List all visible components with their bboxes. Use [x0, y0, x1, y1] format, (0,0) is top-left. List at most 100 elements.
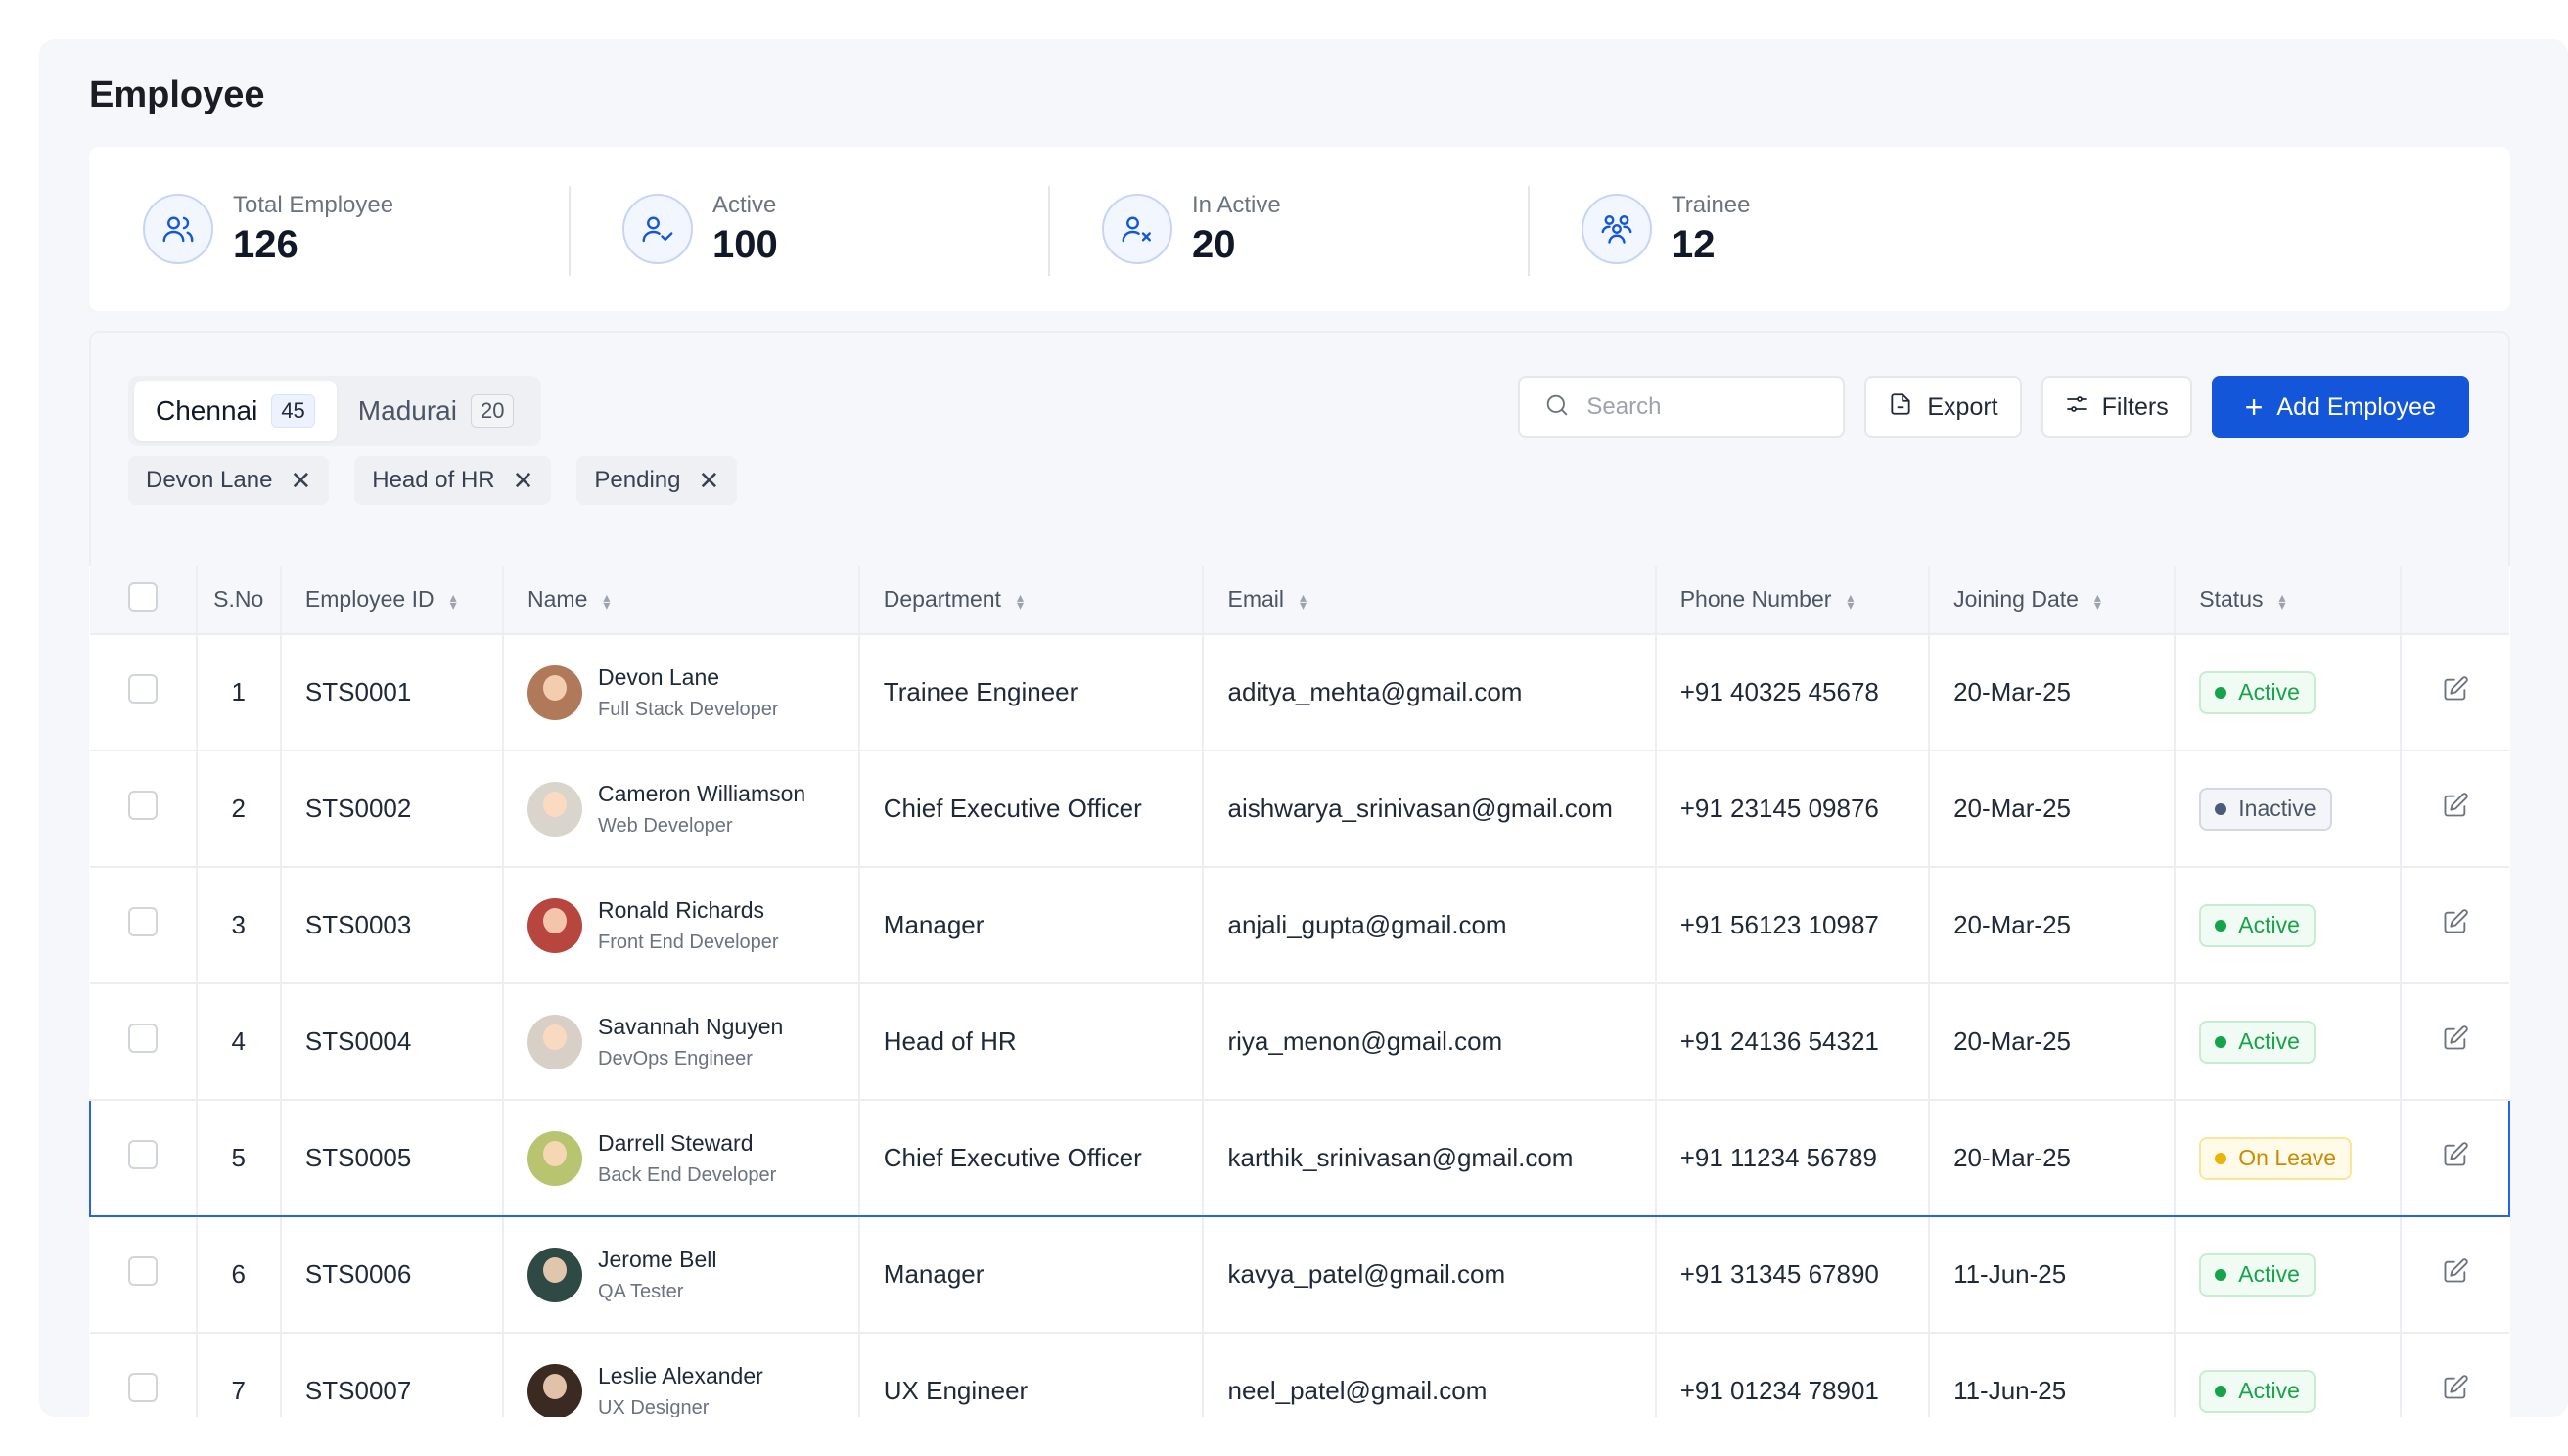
- email-cell: riya_menon@gmail.com: [1203, 983, 1657, 1101]
- filters-button[interactable]: Filters: [2041, 376, 2192, 438]
- name-cell: Savannah Nguyen DevOps Engineer: [503, 983, 860, 1101]
- select-all-checkbox[interactable]: [127, 581, 158, 612]
- table-row[interactable]: 1 STS0001 Devon Lane Full Stack Develope…: [90, 634, 2509, 751]
- edit-icon[interactable]: [2442, 1258, 2469, 1291]
- select-cell: [90, 1333, 198, 1417]
- table-row[interactable]: 4 STS0004 Savannah Nguyen DevOps Enginee…: [90, 983, 2509, 1101]
- column-header[interactable]: Department ▴ ▾: [858, 566, 1205, 635]
- employee-name: Darrell Steward: [598, 1129, 754, 1156]
- edit-icon[interactable]: [2442, 1375, 2469, 1407]
- status-cell: Inactive: [2175, 751, 2403, 868]
- department-cell: Head of HR: [858, 983, 1205, 1101]
- name-cell: Jerome Bell QA Tester: [503, 1216, 860, 1334]
- employee-id-cell: STS0002: [280, 751, 505, 868]
- filter-chip-label: Devon Lane: [146, 467, 273, 493]
- status-dot: [2215, 919, 2227, 932]
- status-dot: [2215, 686, 2227, 699]
- add-employee-button[interactable]: + Add Employee: [2211, 376, 2469, 438]
- table-row[interactable]: 3 STS0003 Ronald Richards Front End Deve…: [90, 867, 2509, 984]
- sort-icon: ▴ ▾: [603, 588, 611, 613]
- row-checkbox[interactable]: [127, 907, 158, 936]
- department-cell: Trainee Engineer: [858, 634, 1205, 751]
- joining-date-cell: 11-Jun-25: [1929, 1333, 2177, 1417]
- employee-name: Savannah Nguyen: [598, 1013, 784, 1039]
- sort-icon: ▴ ▾: [1847, 588, 1855, 613]
- email-cell: aishwarya_srinivasan@gmail.com: [1203, 751, 1657, 868]
- table-row[interactable]: 2 STS0002 Cameron Williamson Web Develop…: [90, 751, 2509, 868]
- row-checkbox[interactable]: [127, 1024, 158, 1053]
- status-badge: On Leave: [2199, 1136, 2353, 1180]
- filter-chip-label: Pending: [594, 467, 681, 493]
- employee-name: Ronald Richards: [598, 896, 765, 923]
- email-cell: aditya_mehta@gmail.com: [1203, 634, 1657, 751]
- table-row[interactable]: 7 STS0007 Leslie Alexander UX Designer U…: [90, 1333, 2509, 1417]
- tab-madurai[interactable]: Madurai 20: [337, 381, 536, 441]
- status-cell: Active: [2175, 1216, 2403, 1334]
- status-cell: Active: [2175, 1333, 2403, 1417]
- column-header[interactable]: Phone Number ▴ ▾: [1655, 566, 1931, 635]
- column-header[interactable]: Name ▴ ▾: [503, 566, 860, 635]
- employee-name: Cameron Williamson: [598, 780, 806, 806]
- column-header[interactable]: Status ▴ ▾: [2175, 566, 2403, 635]
- search-input[interactable]: [1586, 393, 1822, 421]
- close-icon[interactable]: ✕: [290, 466, 311, 496]
- name-cell: Leslie Alexander UX Designer: [503, 1333, 860, 1417]
- joining-date-cell: 20-Mar-25: [1929, 983, 2177, 1101]
- search-box: [1518, 376, 1846, 438]
- name-cell: Darrell Steward Back End Developer: [503, 1099, 860, 1217]
- tab-chennai[interactable]: Chennai 45: [134, 381, 337, 441]
- row-checkbox[interactable]: [128, 1140, 159, 1169]
- row-checkbox[interactable]: [127, 674, 158, 704]
- edit-icon[interactable]: [2442, 1142, 2469, 1174]
- table-row[interactable]: 6 STS0006 Jerome Bell QA Tester Manager …: [90, 1216, 2509, 1334]
- department-cell: Manager: [858, 1216, 1205, 1334]
- filter-chip: Devon Lane ✕: [128, 456, 330, 505]
- select-cell: [89, 1099, 198, 1217]
- status-label: Active: [2238, 679, 2300, 705]
- select-all-cell: [90, 566, 198, 635]
- status-badge: Inactive: [2199, 787, 2332, 831]
- sno-cell: 3: [196, 867, 282, 984]
- row-checkbox[interactable]: [127, 1373, 158, 1402]
- sno-cell: 2: [196, 751, 282, 868]
- tab-label: Madurai: [357, 395, 457, 426]
- sort-icon: ▴ ▾: [2093, 588, 2101, 613]
- sliders-icon: [2065, 392, 2088, 423]
- select-cell: [90, 1216, 198, 1334]
- status-cell: Active: [2175, 634, 2403, 751]
- filters-label: Filters: [2101, 392, 2169, 421]
- row-checkbox[interactable]: [127, 1256, 158, 1286]
- status-cell: Active: [2175, 867, 2403, 984]
- stat-inactive: In Active 20: [1048, 147, 1528, 311]
- stat-trainee: Trainee 12: [1528, 147, 2007, 311]
- column-header: S.No: [196, 566, 282, 635]
- sort-icon: ▴ ▾: [1016, 588, 1024, 613]
- row-checkbox[interactable]: [127, 791, 158, 820]
- export-button[interactable]: Export: [1864, 376, 2022, 438]
- filter-chip-label: Head of HR: [372, 467, 495, 493]
- column-header[interactable]: Employee ID ▴ ▾: [280, 566, 505, 635]
- actions-cell: [2401, 1333, 2509, 1417]
- edit-icon[interactable]: [2442, 676, 2469, 708]
- avatar: [527, 1363, 583, 1417]
- column-header[interactable]: Joining Date ▴ ▾: [1929, 566, 2177, 635]
- status-cell: On Leave: [2175, 1099, 2403, 1217]
- email-cell: karthik_srinivasan@gmail.com: [1203, 1099, 1657, 1217]
- column-header[interactable]: Email ▴ ▾: [1203, 566, 1657, 635]
- employee-role: Web Developer: [598, 814, 733, 837]
- avatar: [527, 664, 583, 720]
- status-dot: [2215, 1268, 2227, 1281]
- status-dot: [2215, 1152, 2227, 1164]
- name-cell: Cameron Williamson Web Developer: [503, 751, 860, 868]
- status-badge: Active: [2199, 1252, 2316, 1297]
- export-label: Export: [1927, 392, 1998, 421]
- avatar: [527, 1247, 583, 1302]
- edit-icon[interactable]: [2442, 793, 2469, 825]
- table-row[interactable]: 5 STS0005 Darrell Steward Back End Devel…: [89, 1099, 2510, 1217]
- close-icon[interactable]: ✕: [699, 466, 720, 496]
- close-icon[interactable]: ✕: [513, 466, 534, 496]
- sort-icon: ▴ ▾: [449, 588, 457, 613]
- status-dot: [2215, 1035, 2227, 1048]
- edit-icon[interactable]: [2442, 1025, 2469, 1058]
- edit-icon[interactable]: [2442, 909, 2469, 941]
